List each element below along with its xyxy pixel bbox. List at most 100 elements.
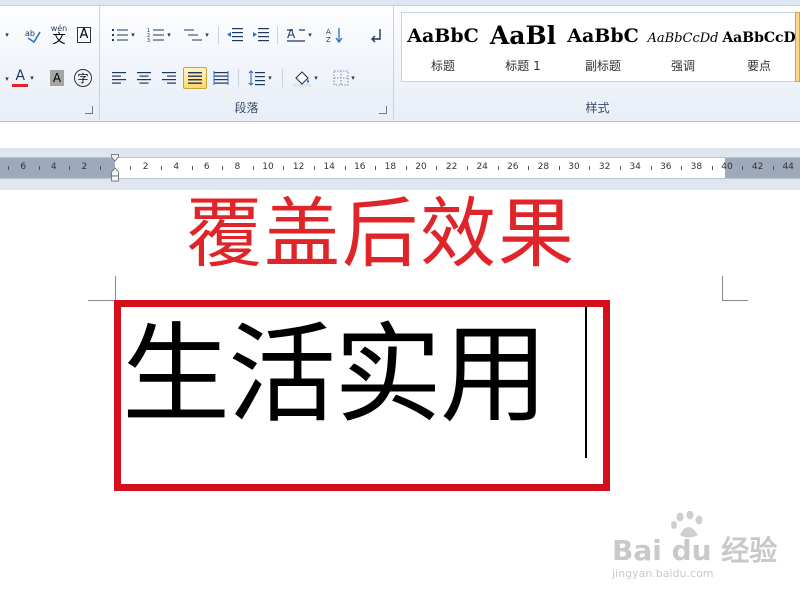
show-hide-marks-button[interactable] xyxy=(366,24,386,46)
style-sample: AaBl xyxy=(489,21,557,50)
multilevel-list-button[interactable]: ▾ xyxy=(180,24,212,46)
ruler-number: 6 xyxy=(20,162,27,172)
svg-text:A: A xyxy=(287,27,296,41)
font-dropdown-caret[interactable]: ▾ xyxy=(0,24,12,46)
numbering-button[interactable]: 1 2 3 ▾ xyxy=(144,24,174,46)
svg-text:3: 3 xyxy=(147,38,150,43)
ruler-number: 12 xyxy=(292,162,305,172)
borders-button[interactable]: ▾ xyxy=(328,67,360,89)
ruler-number: 38 xyxy=(690,162,703,172)
ruler-tick xyxy=(772,166,774,170)
ruler-tick xyxy=(619,166,621,170)
toolbar-separator xyxy=(218,26,219,44)
svg-text:ab: ab xyxy=(25,29,35,38)
ruler-number: 36 xyxy=(660,162,672,172)
text-cursor xyxy=(585,306,587,458)
style-sample: AaBbC xyxy=(407,25,479,47)
ruler-tick xyxy=(99,166,101,170)
align-center-button[interactable] xyxy=(133,67,155,89)
paragraph-group-label: 段落 xyxy=(234,101,259,115)
ruler-tick xyxy=(466,166,468,170)
watermark-brand: Bai du 经验 xyxy=(612,534,778,567)
ruler-tick xyxy=(160,166,162,170)
baidu-watermark: Bai du 经验 jingyan.baidu.com xyxy=(612,511,792,585)
ruler-number: 32 xyxy=(598,162,611,172)
ruler-number: 8 xyxy=(234,162,241,172)
style-item-title[interactable]: AaBbC 标题 xyxy=(404,13,482,81)
increase-indent-icon xyxy=(253,28,269,42)
toolbar-separator xyxy=(282,69,283,87)
style-sample: AaBbC xyxy=(567,25,639,47)
paragraph-dialog-launcher-icon[interactable] xyxy=(379,106,387,114)
borders-icon xyxy=(333,70,349,86)
line-spacing-icon xyxy=(248,70,266,86)
enclose-characters-button[interactable]: 字 xyxy=(72,67,94,89)
ruler-tick xyxy=(283,166,285,170)
ruler-number: 10 xyxy=(262,162,274,172)
document-body-text[interactable]: 生活实用 xyxy=(122,322,548,430)
style-label: 标题 1 xyxy=(505,59,541,73)
ruler-tick xyxy=(344,166,346,170)
distributed-button[interactable] xyxy=(210,67,232,89)
ruler-tick xyxy=(436,166,438,170)
paragraph-mark-icon xyxy=(371,29,381,43)
clear-format-icon: ab xyxy=(25,29,41,44)
annotation-heading: 覆盖后效果 xyxy=(186,189,576,278)
clear-format-button[interactable]: ab xyxy=(22,24,44,46)
ruler-tick xyxy=(405,166,407,170)
indent-marker-icon[interactable] xyxy=(111,154,119,182)
style-item-strong[interactable]: AaBbCcD 要点 xyxy=(720,13,798,81)
ruler-tick xyxy=(528,166,530,170)
line-spacing-button[interactable]: ▾ xyxy=(244,67,276,89)
character-border-button[interactable]: A xyxy=(74,24,94,46)
increase-indent-button[interactable] xyxy=(250,24,272,46)
paint-bucket-icon xyxy=(293,71,311,87)
align-right-button[interactable] xyxy=(158,67,180,89)
character-shading-button[interactable]: A xyxy=(47,67,67,89)
toolbar-separator xyxy=(277,26,278,44)
ruler-number: 40 xyxy=(721,162,733,172)
ruler-number: 2 xyxy=(81,162,88,172)
justify-button[interactable] xyxy=(183,67,207,89)
distributed-icon xyxy=(213,71,229,85)
ruler-tick xyxy=(497,166,499,170)
align-left-button[interactable] xyxy=(108,67,130,89)
enclose-characters-char: 字 xyxy=(74,69,92,87)
styles-gallery-scroll-button[interactable] xyxy=(795,12,800,82)
style-label: 副标题 xyxy=(584,59,621,73)
decrease-indent-button[interactable] xyxy=(224,24,246,46)
justify-icon xyxy=(188,72,202,84)
style-item-heading-1[interactable]: AaBl 标题 1 xyxy=(484,13,562,81)
style-item-emphasis[interactable]: AaBbCcDd 强调 xyxy=(644,13,722,81)
sort-button[interactable]: A Z xyxy=(322,24,348,46)
ruler-tick xyxy=(38,166,40,170)
bullets-icon xyxy=(112,29,129,41)
shading-button[interactable]: ▾ xyxy=(288,67,322,89)
character-shading-char: A xyxy=(49,70,65,86)
ruler-number: 14 xyxy=(323,162,335,172)
paragraph-group: ▾ 1 2 3 ▾ ▾ A ▾ A Z ▾ ▾ ▾ 段落 xyxy=(100,6,394,120)
ruler-tick xyxy=(742,166,744,170)
ruler-number: 2 xyxy=(142,162,149,172)
ruler-number: 18 xyxy=(384,162,397,172)
bullets-button[interactable]: ▾ xyxy=(108,24,138,46)
phonetic-guide-char: 文 xyxy=(52,31,66,47)
horizontal-ruler[interactable]: 6 4 2 2 4 6 8 10 12 14 16 18 20 22 24 26 28 30 32 34 36 38 40 4… xyxy=(0,157,800,179)
font-color-button[interactable]: A ▾ xyxy=(8,67,38,89)
ruler-tick xyxy=(375,166,377,170)
chinese-layout-button[interactable]: A ▾ xyxy=(282,24,316,46)
phonetic-guide-button[interactable]: wén 文 xyxy=(47,24,71,46)
ruler-tick xyxy=(711,166,713,170)
ruler-number: 6 xyxy=(203,162,210,172)
ruler-number: 24 xyxy=(476,162,488,172)
style-item-subtitle[interactable]: AaBbC 副标题 xyxy=(564,13,642,81)
ruler-number: 26 xyxy=(507,162,519,172)
font-dialog-launcher-icon[interactable] xyxy=(85,106,93,114)
ruler-number: 22 xyxy=(445,162,458,172)
ruler-number: 30 xyxy=(568,162,580,172)
ruler-number: 16 xyxy=(354,162,366,172)
ruler-tick xyxy=(313,166,315,170)
ruler-tick xyxy=(558,166,560,170)
style-sample: AaBbCcD xyxy=(722,30,796,46)
styles-gallery: AaBbC 标题 AaBl 标题 1 AaBbC 副标题 AaBbCcDd 强调… xyxy=(401,12,800,82)
